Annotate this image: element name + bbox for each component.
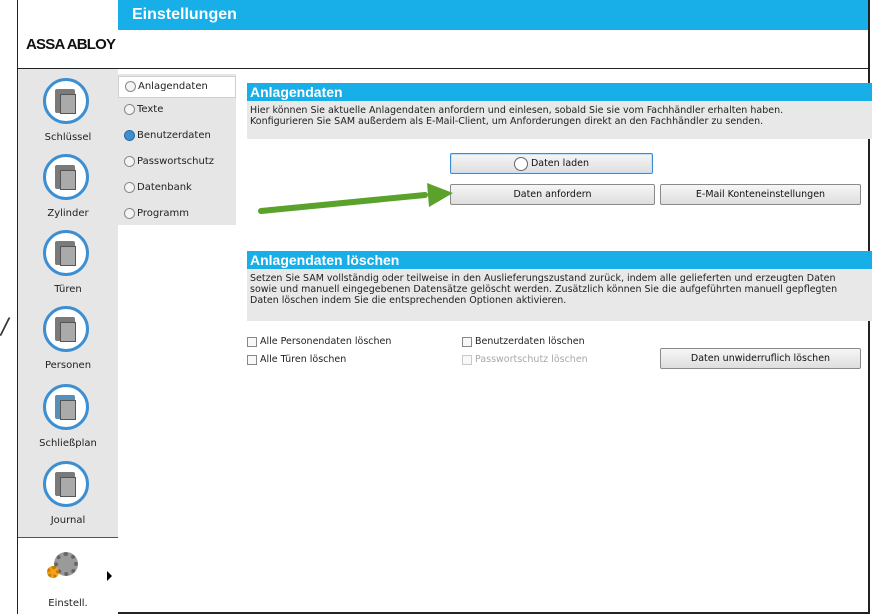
program-icon (124, 208, 135, 219)
nav-item-einstellungen[interactable]: Einstell. (18, 537, 118, 615)
green-arrow-annotation (258, 183, 453, 214)
header-divider (17, 68, 868, 69)
subnav-item-texte[interactable]: Texte (118, 100, 236, 122)
request-data-button[interactable]: Daten anfordern (450, 184, 655, 205)
subnav-label: Passwortschutz (137, 156, 215, 167)
checkbox-label: Alle Personendaten löschen (260, 336, 392, 347)
subnav-label: Texte (137, 104, 164, 115)
subnav-item-passwortschutz[interactable]: Passwortschutz (118, 152, 236, 174)
checkbox-label: Benutzerdaten löschen (475, 336, 585, 347)
checkbox-label: Alle Türen löschen (260, 354, 347, 365)
database-icon (124, 182, 135, 193)
checkbox-box[interactable] (247, 355, 257, 365)
nav-item-schluessel[interactable]: Schlüssel (18, 75, 118, 151)
description-line: Hier können Sie aktuelle Anlagendaten an… (250, 105, 784, 116)
subnav-label: Programm (137, 208, 189, 219)
nav-label: Journal (50, 515, 86, 526)
app-window: ASSA ABLOY Einstellungen Schlüssel Zylin… (17, 0, 872, 615)
checkbox-label: Passwortschutz löschen (475, 354, 588, 365)
logo-area: ASSA ABLOY (17, 0, 119, 68)
nav-label: Zylinder (47, 208, 89, 219)
assa-abloy-logo: ASSA ABLOY (26, 36, 116, 53)
section-description: Setzen Sie SAM vollständig oder teilweis… (247, 269, 872, 321)
description-line: sowie und manuell eingegebenen Datensätz… (250, 284, 838, 295)
key-folder-icon (43, 78, 89, 124)
subnav-item-datenbank[interactable]: Datenbank (118, 178, 236, 200)
subnav-item-benutzerdaten[interactable]: Benutzerdaten (118, 126, 236, 148)
subnav-label: Anlagendaten (138, 81, 208, 92)
nav-label: Schlüssel (44, 132, 92, 143)
nav-label: Schließplan (39, 438, 97, 449)
section-description: Hier können Sie aktuelle Anlagendaten an… (247, 101, 872, 139)
nav-item-schliessplan[interactable]: Schließplan (18, 381, 118, 457)
subnav-label: Benutzerdaten (137, 130, 211, 141)
description-line: Daten löschen indem Sie die entsprechend… (250, 295, 567, 306)
persons-folder-icon (43, 306, 89, 352)
email-settings-button[interactable]: E-Mail Konteneinstellungen (660, 184, 861, 205)
nav-label: Personen (44, 360, 92, 371)
load-data-button[interactable]: Daten laden (450, 153, 653, 174)
section-title: Anlagendaten löschen (250, 252, 400, 268)
title-bar: Einstellungen (118, 0, 868, 30)
nav-item-zylinder[interactable]: Zylinder (18, 151, 118, 227)
cylinder-folder-icon (43, 154, 89, 200)
button-label: Daten anfordern (513, 189, 592, 200)
lock-icon (124, 156, 135, 167)
door-folder-icon (43, 230, 89, 276)
page-edge-mark: / (1, 315, 9, 340)
page-title: Einstellungen (132, 6, 237, 23)
subnav-item-anlagendaten[interactable]: Anlagendaten (118, 76, 236, 98)
button-label: Daten laden (530, 158, 590, 169)
active-indicator-icon (107, 571, 112, 581)
checkbox-box (462, 355, 472, 365)
locking-plan-icon (43, 384, 89, 430)
pencil-icon (124, 104, 135, 115)
checkbox-box[interactable] (247, 337, 257, 347)
main-nav: Schlüssel Zylinder Türen Personen Schlie… (17, 69, 118, 615)
settings-subnav: Anlagendaten Texte Benutzerdaten Passwor… (118, 74, 236, 225)
nav-item-tueren[interactable]: Türen (18, 227, 118, 303)
description-line: Setzen Sie SAM vollständig oder teilweis… (250, 273, 836, 284)
system-data-icon (125, 81, 136, 92)
button-label: Daten unwiderruflich löschen (690, 353, 831, 364)
subnav-item-programm[interactable]: Programm (118, 204, 236, 226)
description-line: Konfigurieren Sie SAM außerdem als E-Mai… (250, 116, 764, 127)
button-label: E-Mail Konteneinstellungen (695, 189, 826, 200)
small-gear-icon (47, 566, 59, 578)
section-title: Anlagendaten (250, 84, 343, 100)
checkbox-box[interactable] (462, 337, 472, 347)
nav-item-personen[interactable]: Personen (18, 303, 118, 379)
section-header-delete: Anlagendaten löschen (247, 251, 872, 269)
user-icon (124, 130, 135, 141)
journal-folder-icon (43, 461, 89, 507)
subnav-label: Datenbank (137, 182, 192, 193)
load-data-icon (513, 156, 528, 171)
nav-label: Einstell. (48, 598, 88, 609)
nav-label: Türen (54, 284, 82, 295)
delete-data-button[interactable]: Daten unwiderruflich löschen (660, 348, 861, 369)
nav-item-journal[interactable]: Journal (18, 458, 118, 534)
section-header-anlagendaten: Anlagendaten (247, 83, 872, 101)
